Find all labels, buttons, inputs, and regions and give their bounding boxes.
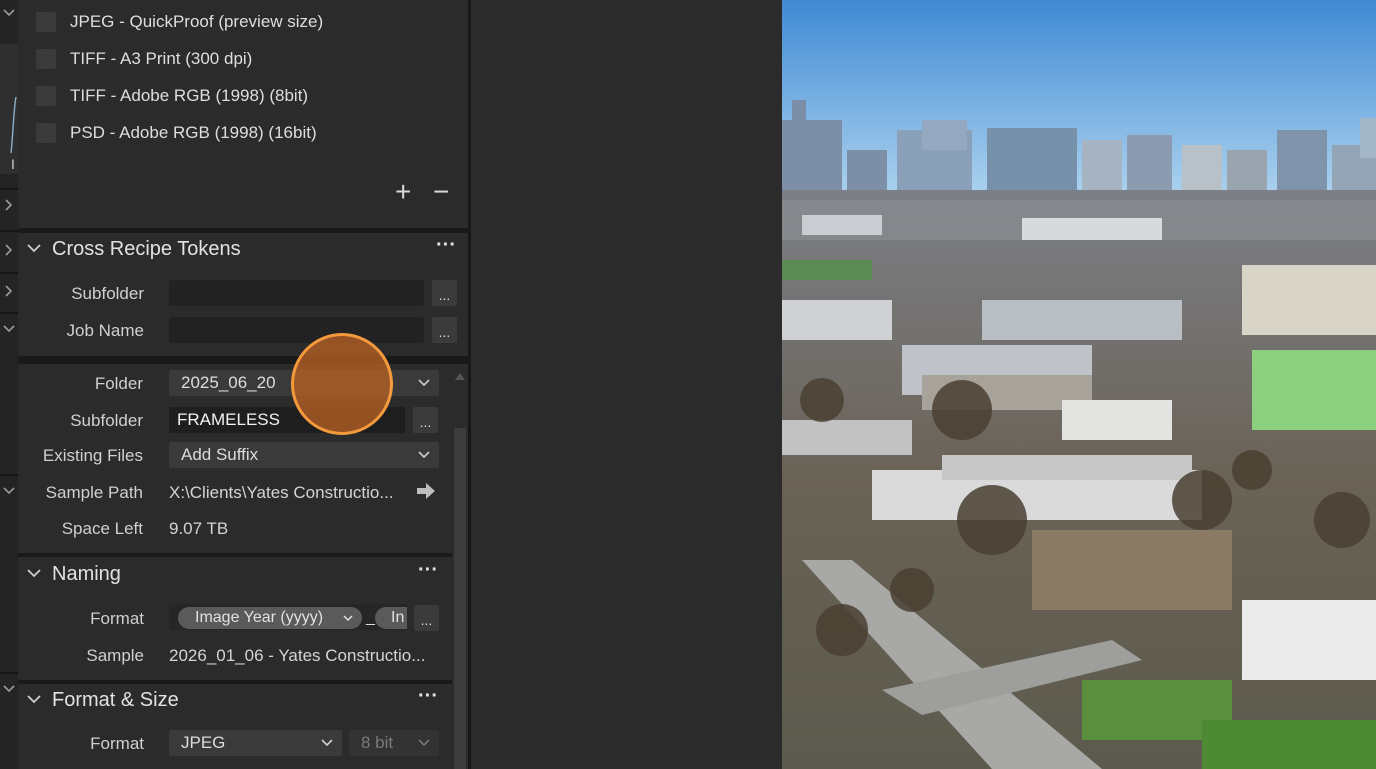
folder-label: Folder bbox=[94, 374, 143, 393]
job-name-field[interactable] bbox=[169, 317, 424, 343]
chevron-right-icon[interactable] bbox=[2, 243, 16, 257]
recipe-checkbox[interactable] bbox=[36, 49, 56, 69]
bit-depth-select[interactable]: 8 bit bbox=[349, 730, 439, 756]
recipe-checkbox[interactable] bbox=[36, 12, 56, 32]
divider bbox=[0, 312, 18, 314]
aerial-city-photo bbox=[782, 0, 1376, 769]
scrollbar-thumb[interactable] bbox=[454, 428, 466, 769]
photo-preview bbox=[782, 0, 1376, 769]
token-label: Image Year (yyyy) bbox=[195, 609, 324, 626]
section-divider bbox=[18, 228, 470, 233]
space-left-label: Space Left bbox=[61, 519, 143, 538]
section-divider bbox=[18, 553, 452, 557]
location-subfolder-label: Subfolder bbox=[70, 411, 143, 430]
divider bbox=[0, 230, 18, 232]
chevron-right-icon[interactable] bbox=[2, 284, 16, 298]
chevron-down-icon[interactable] bbox=[2, 322, 16, 336]
job-name-tokens-button[interactable]: ... bbox=[432, 317, 457, 343]
recipe-item[interactable]: TIFF - A3 Print (300 dpi) bbox=[36, 47, 252, 71]
token-label: In bbox=[391, 609, 405, 626]
more-options-icon[interactable]: ··· bbox=[418, 559, 438, 582]
chevron-down-icon bbox=[418, 739, 430, 747]
left-tool-strip: I bbox=[0, 0, 18, 769]
file-format-label: Format bbox=[90, 734, 144, 753]
existing-files-select[interactable]: Add Suffix bbox=[169, 442, 439, 468]
location-subfolder-value: FRAMELESS bbox=[177, 410, 280, 429]
recipe-checkbox[interactable] bbox=[36, 86, 56, 106]
recipe-label: TIFF - Adobe RGB (1998) (8bit) bbox=[70, 86, 309, 105]
bit-depth-value: 8 bit bbox=[361, 733, 394, 752]
more-options-icon[interactable]: ··· bbox=[418, 685, 438, 708]
location-subfolder-tokens-button[interactable]: ... bbox=[413, 407, 438, 433]
section-divider bbox=[18, 680, 452, 684]
add-recipe-button[interactable]: + bbox=[395, 178, 411, 206]
token-image-year[interactable]: Image Year (yyyy) bbox=[178, 607, 362, 629]
token-partial[interactable]: In bbox=[375, 607, 407, 629]
section-title-naming[interactable]: Naming bbox=[52, 563, 121, 586]
chevron-down-icon[interactable] bbox=[26, 240, 42, 256]
folder-value: 2025_06_20 bbox=[181, 373, 276, 392]
recipe-item[interactable]: JPEG - QuickProof (preview size) bbox=[36, 10, 323, 34]
space-left-value: 9.07 TB bbox=[169, 519, 229, 538]
naming-tokens-button[interactable]: ... bbox=[414, 605, 439, 631]
subfolder-field[interactable] bbox=[169, 280, 424, 306]
recipe-label: PSD - Adobe RGB (1998) (16bit) bbox=[70, 123, 317, 142]
chevron-down-icon bbox=[321, 739, 333, 747]
section-title-format-size[interactable]: Format & Size bbox=[52, 689, 179, 712]
chevron-down-icon bbox=[343, 615, 353, 622]
scroll-up-arrow-icon[interactable] bbox=[453, 370, 467, 382]
sample-path-value: X:\Clients\Yates Constructio... bbox=[169, 483, 394, 502]
subfolder-tokens-button[interactable]: ... bbox=[432, 280, 457, 306]
chevron-down-icon bbox=[418, 451, 430, 459]
empty-workspace bbox=[471, 0, 782, 769]
file-format-select[interactable]: JPEG bbox=[169, 730, 342, 756]
histogram-curve-icon bbox=[10, 96, 17, 154]
sample-path-label: Sample Path bbox=[45, 483, 143, 502]
existing-files-label: Existing Files bbox=[42, 446, 143, 465]
show-in-folder-arrow-icon[interactable] bbox=[416, 482, 436, 500]
divider bbox=[0, 188, 18, 190]
cursor-highlight bbox=[291, 333, 393, 435]
recipe-checkbox[interactable] bbox=[36, 123, 56, 143]
more-options-icon[interactable]: ··· bbox=[436, 234, 456, 257]
file-format-value: JPEG bbox=[181, 733, 226, 752]
strip-letter: I bbox=[11, 156, 15, 172]
chevron-down-icon[interactable] bbox=[26, 565, 42, 581]
section-title-cross-recipe-tokens[interactable]: Cross Recipe Tokens bbox=[52, 238, 241, 261]
naming-format-label: Format bbox=[90, 609, 144, 628]
divider bbox=[0, 272, 18, 274]
chevron-down-icon[interactable] bbox=[2, 6, 16, 20]
recipe-item[interactable]: PSD - Adobe RGB (1998) (16bit) bbox=[36, 121, 317, 145]
remove-recipe-button[interactable]: − bbox=[433, 178, 449, 206]
recipe-label: JPEG - QuickProof (preview size) bbox=[70, 12, 324, 31]
job-name-label: Job Name bbox=[66, 321, 144, 340]
chevron-down-icon[interactable] bbox=[2, 682, 16, 696]
chevron-right-icon[interactable] bbox=[2, 198, 16, 212]
section-divider bbox=[18, 356, 470, 364]
recipe-label: TIFF - A3 Print (300 dpi) bbox=[70, 49, 253, 68]
naming-sample-value: 2026_01_06 - Yates Constructio... bbox=[169, 646, 426, 665]
existing-files-value: Add Suffix bbox=[181, 445, 259, 464]
chevron-down-icon[interactable] bbox=[2, 484, 16, 498]
divider bbox=[0, 672, 18, 674]
subfolder-label: Subfolder bbox=[71, 284, 144, 303]
recipe-item[interactable]: TIFF - Adobe RGB (1998) (8bit) bbox=[36, 84, 308, 108]
divider bbox=[0, 474, 18, 476]
naming-sample-label: Sample bbox=[86, 646, 144, 665]
token-separator: _ bbox=[366, 609, 375, 626]
chevron-down-icon bbox=[418, 379, 430, 387]
chevron-down-icon[interactable] bbox=[26, 691, 42, 707]
